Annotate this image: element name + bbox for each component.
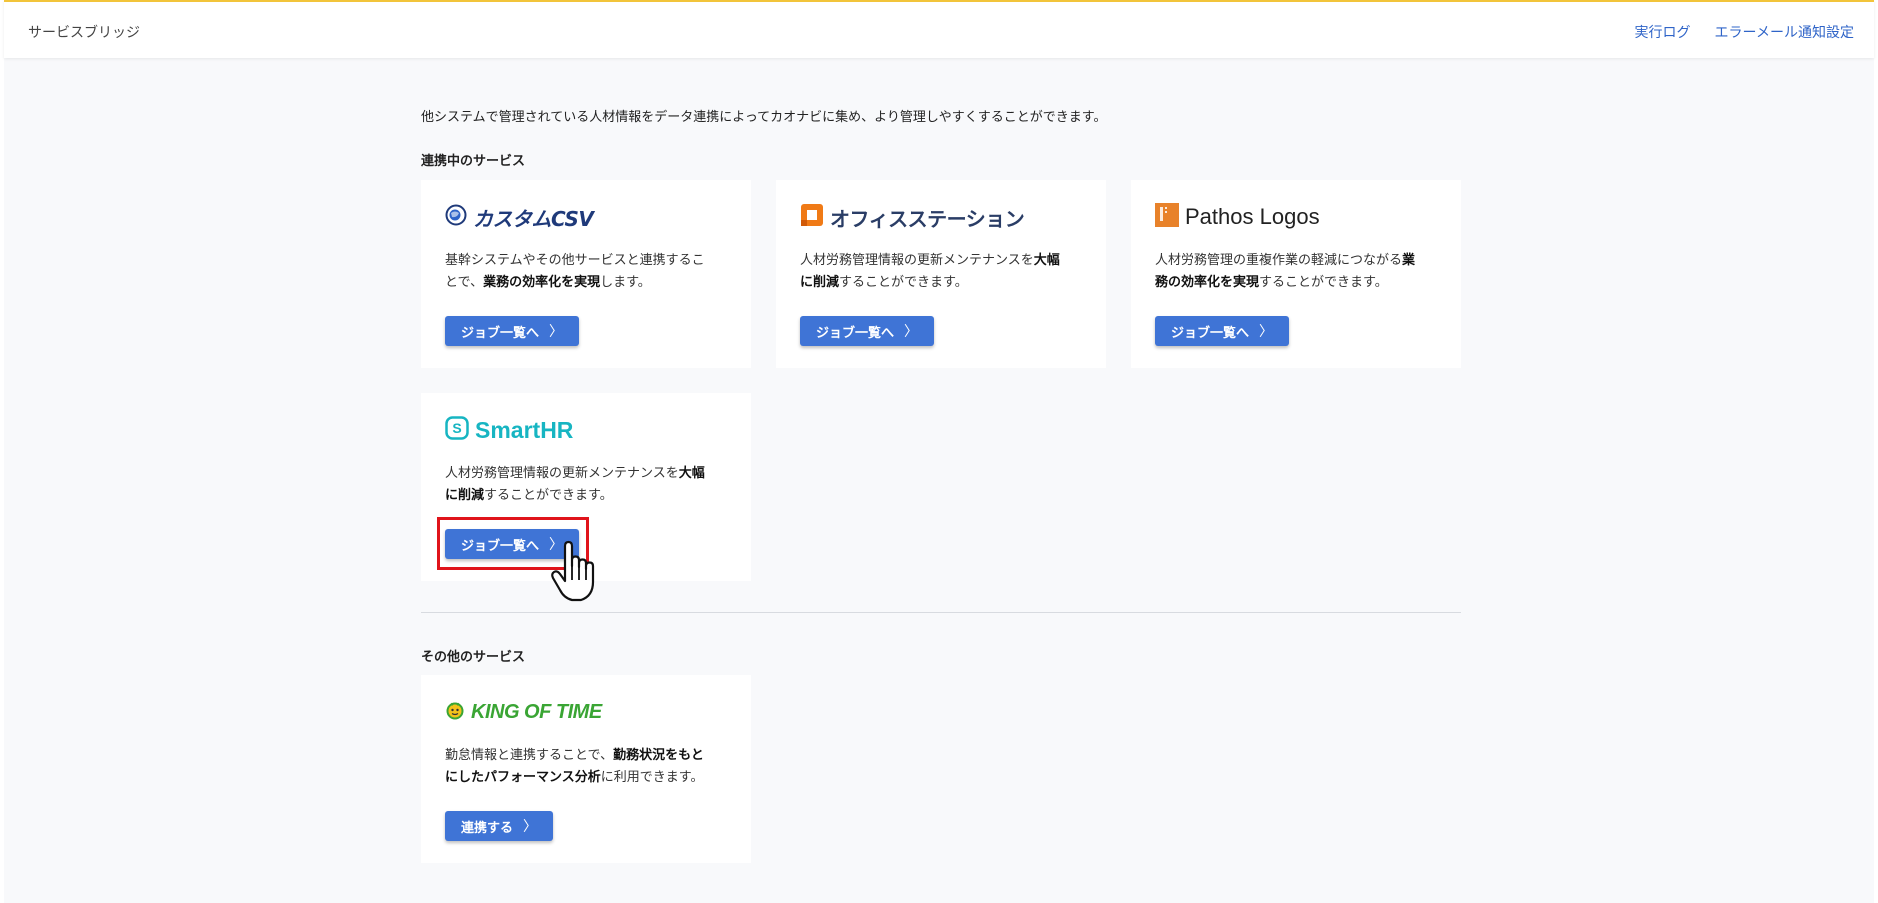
custom-csv-logo: カスタムCSV [445,202,594,232]
office-station-job-list-button[interactable]: ジョブ一覧へ 〉 [800,316,935,346]
custom-csv-job-list-button[interactable]: ジョブ一覧へ 〉 [445,316,580,346]
office-station-square-icon [800,203,824,231]
king-of-time-description: 勤怠情報と連携することで、勤務状況をもと にしたパフォーマンス分析に利用できます… [445,748,704,785]
header-nav: 実行ログ エラーメール通知設定 [1635,22,1854,42]
smarthr-job-list-button[interactable]: ジョブ一覧へ 〉 [445,529,580,559]
smarthr-logo-text: SmartHR [475,416,574,443]
chevron-right-icon: 〉 [549,536,564,552]
clock-face-icon [445,700,465,724]
pathos-logos-job-list-button[interactable]: ジョブ一覧へ 〉 [1155,316,1290,346]
section-divider [421,612,1461,613]
custom-csv-logo-text: カスタムCSV [473,206,594,231]
connected-section-title: 連携中のサービス [421,154,526,169]
chevron-right-icon: 〉 [549,323,564,339]
app-title: サービスブリッジ [28,25,140,41]
service-card-smarthr: S SmartHR 人材労務管理情報の更新メンテナンスを大幅 に削減することがで… [421,393,751,581]
smarthr-s-icon: S [445,416,469,444]
execution-log-link[interactable]: 実行ログ [1635,22,1691,42]
office-station-logo: オフィスステーション [800,202,1025,232]
pathos-logos-logo-text: Pathos Logos [1185,204,1320,229]
service-card-office-station: オフィスステーション 人材労務管理情報の更新メンテナンスを大幅 に削減することが… [776,180,1106,368]
service-card-king-of-time: KING OF TIME 勤怠情報と連携することで、勤務状況をもと にしたパフォ… [421,675,751,863]
office-station-logo-text: オフィスステーション [830,206,1025,231]
king-of-time-logo-text: KING OF TIME [471,700,602,723]
globe-icon [445,204,467,230]
header-bar: サービスブリッジ 実行ログ エラーメール通知設定 [4,0,1874,58]
svg-text:S: S [452,420,461,436]
other-section-title: その他のサービス [421,650,526,665]
app-frame: サービスブリッジ 実行ログ エラーメール通知設定 他システムで管理されている人材… [0,0,1878,903]
pathos-square-icon [1155,203,1179,231]
chevron-right-icon: 〉 [523,818,538,834]
king-of-time-connect-button[interactable]: 連携する 〉 [445,811,554,841]
error-mail-settings-link[interactable]: エラーメール通知設定 [1715,22,1854,42]
king-of-time-logo: KING OF TIME [445,697,602,727]
pathos-logos-description: 人材労務管理の重複作業の軽減につながる業 務の効率化を実現することができます。 [1155,253,1416,290]
office-station-description: 人材労務管理情報の更新メンテナンスを大幅 に削減することができます。 [800,253,1060,290]
custom-csv-description: 基幹システムやその他サービスと連携するこ とで、業務の効率化を実現します。 [445,253,705,290]
intro-text: 他システムで管理されている人材情報をデータ連携によってカオナビに集め、より管理し… [421,110,1107,125]
smarthr-description: 人材労務管理情報の更新メンテナンスを大幅 に削減することができます。 [445,466,705,503]
service-card-pathos-logos: Pathos Logos 人材労務管理の重複作業の軽減につながる業 務の効率化を… [1131,180,1461,368]
chevron-right-icon: 〉 [1259,323,1274,339]
service-card-custom-csv: カスタムCSV 基幹システムやその他サービスと連携するこ とで、業務の効率化を実… [421,180,751,368]
chevron-right-icon: 〉 [904,323,919,339]
pathos-logos-logo: Pathos Logos [1155,202,1320,232]
smarthr-logo: S SmartHR [445,415,573,445]
